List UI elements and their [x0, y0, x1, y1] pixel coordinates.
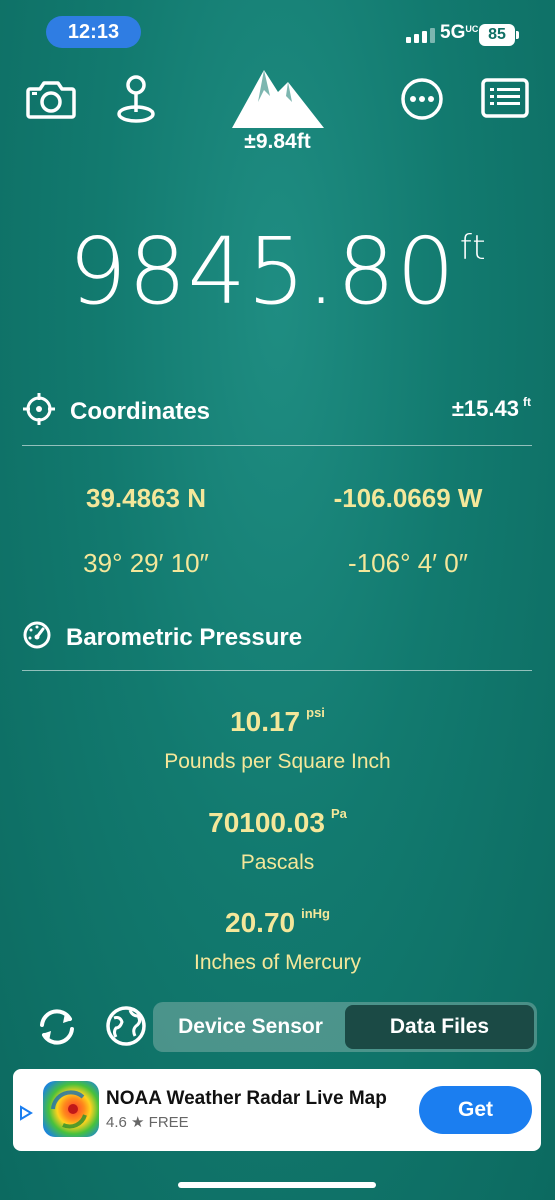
coordinates-accuracy-value: ±15.43 — [451, 396, 519, 421]
source-segmented-control: Device Sensor Data Files — [153, 1002, 537, 1052]
ad-meta: 4.6 ★ FREE — [106, 1113, 189, 1131]
ad-rating: 4.6 — [106, 1114, 127, 1131]
pressure-psi-value: 10.17 psi — [0, 705, 555, 738]
longitude-dms: -106° 4′ 0″ — [348, 548, 468, 578]
coordinates-accuracy-unit: ft — [523, 395, 531, 409]
pressure-inhg-value: 20.70 inHg — [0, 906, 555, 939]
pressure-value: 10.17 — [230, 706, 301, 737]
location-pin-icon[interactable] — [115, 74, 157, 124]
gauge-icon — [22, 620, 52, 655]
network-type: 5G — [440, 22, 466, 43]
pressure-divider — [22, 670, 532, 671]
pressure-title: Barometric Pressure — [66, 623, 303, 651]
coordinates-title: Coordinates — [70, 397, 211, 425]
star-icon: ★ — [131, 1114, 145, 1131]
latitude-decimal: 39.4863 N — [86, 483, 206, 513]
home-indicator[interactable] — [178, 1182, 376, 1188]
pressure-pa-value: 70100.03 Pa — [0, 806, 555, 839]
ad-banner[interactable]: NOAA Weather Radar Live Map 4.6 ★ FREE G… — [13, 1069, 541, 1151]
pressure-header: Barometric Pressure — [22, 620, 532, 655]
ad-choices-icon[interactable] — [19, 1105, 33, 1126]
coordinates-accuracy: ±15.43 ft — [452, 395, 531, 422]
network-sup: UC — [465, 24, 479, 34]
pressure-unit: psi — [306, 705, 325, 720]
altitude-value: 9845.80 — [68, 218, 456, 325]
battery-indicator: 85 — [479, 24, 519, 46]
pressure-value: 20.70 — [225, 907, 296, 938]
altitude-unit: ft — [459, 228, 487, 268]
get-button[interactable]: Get — [419, 1086, 532, 1134]
pressure-psi-label: Pounds per Square Inch — [164, 750, 391, 773]
altitude-readout: 9845.80 ft — [0, 218, 555, 325]
globe-icon[interactable] — [104, 1004, 148, 1048]
status-time: 12:13 — [46, 16, 141, 48]
segment-device-sensor[interactable]: Device Sensor — [156, 1005, 345, 1049]
altitude-accuracy: ±9.84ft — [244, 130, 311, 153]
latitude-dms: 39° 29′ 10″ — [83, 548, 209, 578]
network-indicator: 5GUC — [440, 22, 478, 44]
segment-data-files[interactable]: Data Files — [345, 1005, 534, 1049]
longitude-decimal: -106.0669 W — [333, 483, 483, 513]
coordinates-divider — [22, 445, 532, 446]
pressure-pa-label: Pascals — [240, 851, 315, 874]
pressure-value: 70100.03 — [208, 807, 325, 838]
more-icon[interactable] — [399, 76, 445, 122]
ad-price: FREE — [148, 1114, 189, 1131]
pressure-inhg-label: Inches of Mercury — [194, 951, 361, 974]
pressure-unit: Pa — [330, 806, 347, 821]
refresh-icon[interactable] — [32, 1005, 82, 1049]
crosshair-icon — [22, 392, 56, 431]
signal-icon — [406, 28, 435, 43]
ad-title: NOAA Weather Radar Live Map — [106, 1088, 387, 1109]
camera-icon[interactable] — [26, 78, 76, 120]
mountain-icon[interactable] — [230, 66, 326, 130]
pressure-unit: inHg — [301, 906, 330, 921]
app-icon[interactable] — [43, 1081, 99, 1137]
list-icon[interactable] — [481, 78, 529, 118]
